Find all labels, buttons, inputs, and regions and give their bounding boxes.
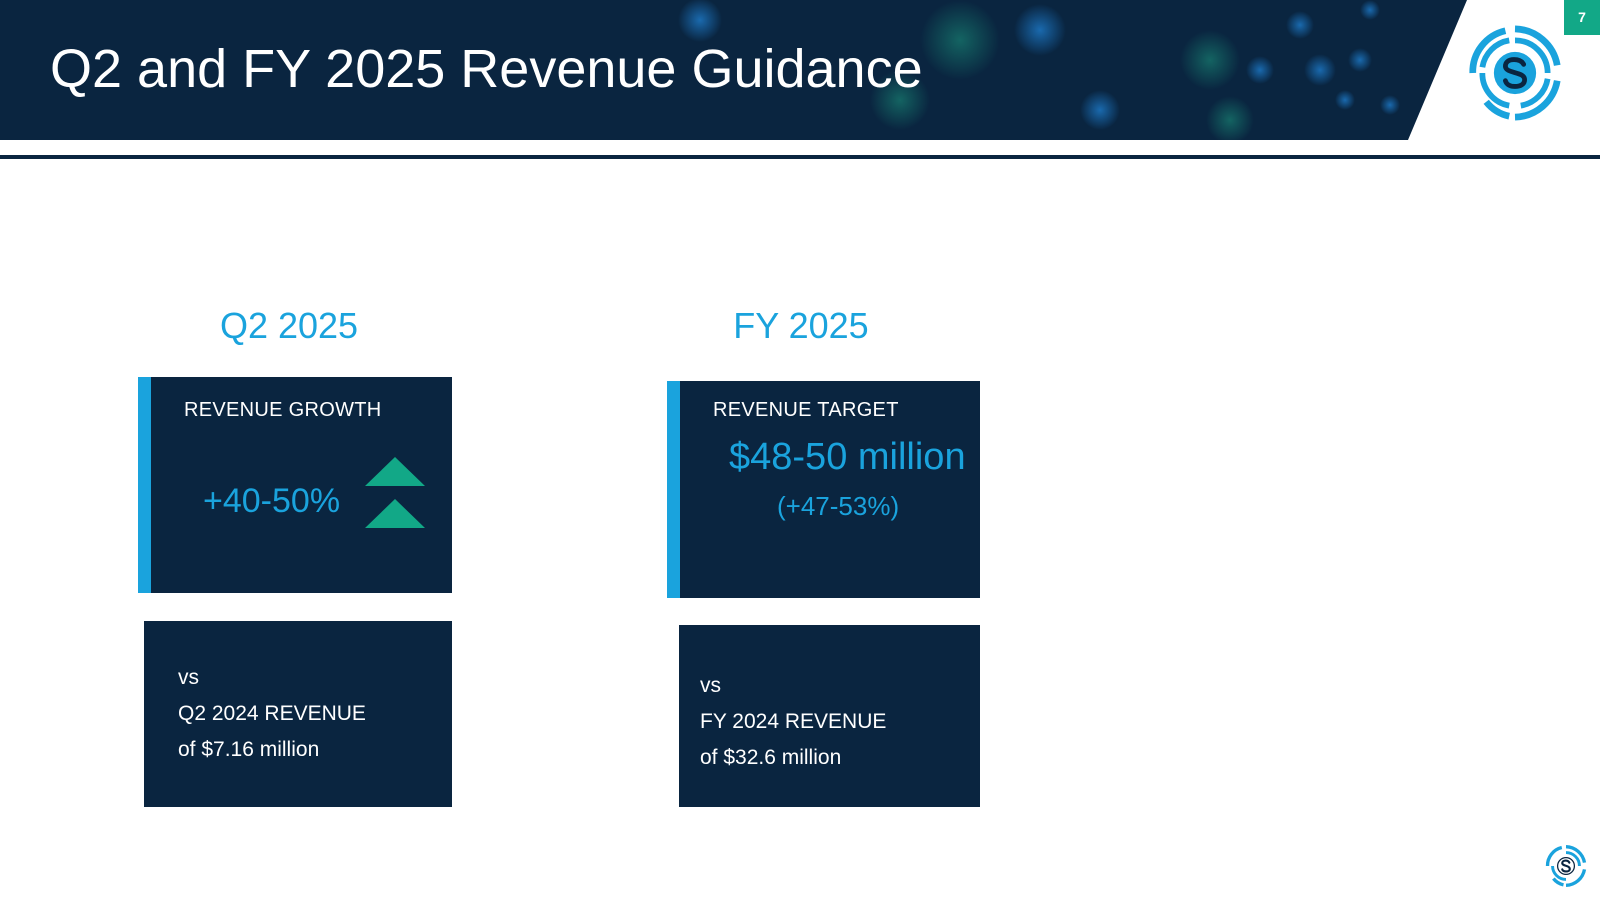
slide-title: Q2 and FY 2025 Revenue Guidance [50,39,923,99]
q2-note-line1: Q2 2024 REVENUE [178,702,366,725]
header-banner: Q2 and FY 2025 Revenue Guidance 7 [0,0,1600,140]
q2-growth-value: +40-50% [203,482,341,520]
fy-note-vs: vs [700,674,721,697]
fy-note-line2: of $32.6 million [700,746,842,769]
q2-note-line2: of $7.16 million [178,738,320,761]
fy-revenue-target-card: REVENUE TARGET $48-50 million (+47-53%) [667,381,980,598]
fy-comparison-card: vs FY 2024 REVENUE of $32.6 million [679,625,980,807]
q2-revenue-growth-card: REVENUE GROWTH +40-50% [138,377,452,593]
fy-card-heading: REVENUE TARGET [713,399,899,421]
q2-period-label: Q2 2025 [219,305,359,346]
s-circle-logo-small-icon [1545,845,1587,887]
fy-target-value: $48-50 million [729,436,966,478]
s-circle-logo-icon [1469,25,1561,121]
q2-note-vs: vs [178,666,199,689]
fy-note-line1: FY 2024 REVENUE [700,710,887,733]
q2-card-heading: REVENUE GROWTH [184,399,382,421]
header-divider [0,155,1600,159]
page-number-badge: 7 [1564,0,1600,35]
fy-target-growth: (+47-53%) [777,491,900,521]
q2-comparison-card: vs Q2 2024 REVENUE of $7.16 million [144,621,452,807]
double-up-arrow-icon [365,457,425,528]
fy-period-label: FY 2025 [733,305,869,346]
